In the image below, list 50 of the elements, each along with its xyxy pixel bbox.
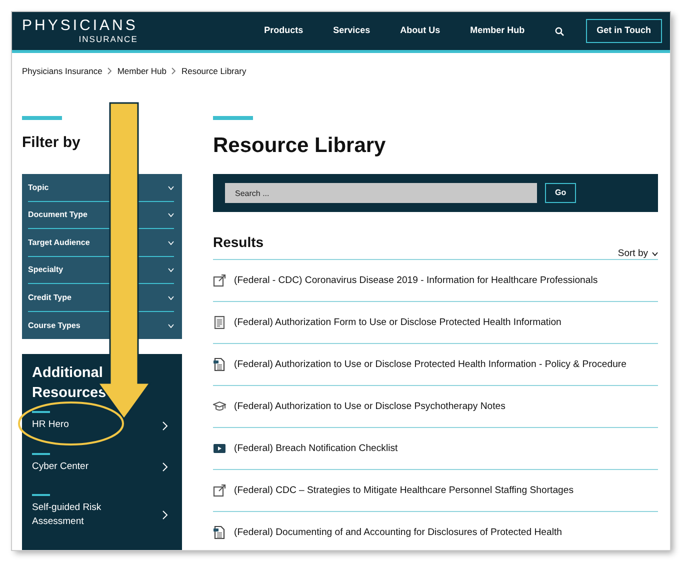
chevron-down-icon (168, 324, 174, 328)
nav-link[interactable]: Products (264, 24, 304, 38)
chevron-right-icon (162, 510, 168, 520)
chevron-down-icon (168, 268, 174, 272)
chevron-right-icon (171, 67, 176, 76)
resource-link[interactable]: Cyber Center (32, 456, 172, 486)
logo-subtitle: INSURANCE (78, 35, 138, 44)
chevron-right-icon (162, 420, 168, 430)
search-field[interactable]: Search ... (225, 183, 537, 204)
breadcrumb-link[interactable]: Physicians Insurance (22, 65, 102, 78)
breadcrumb-link[interactable]: Resource Library (181, 65, 246, 78)
accent-bar (213, 116, 253, 120)
filter-heading: Filter by (22, 132, 82, 153)
result-link[interactable]: (Federal) Documenting of and Accounting for Disclosures of Protected Health (234, 520, 562, 546)
resource-link[interactable]: HR Hero (32, 415, 172, 445)
search-icon[interactable] (554, 26, 564, 36)
play-icon (213, 442, 226, 456)
results-heading: Results (213, 233, 264, 252)
chevron-down-icon (168, 296, 174, 300)
result-link[interactable]: (Federal) Authorization to Use or Disclose Protected Health Information - Policy & Procedure (234, 352, 626, 378)
nav-link[interactable]: Services (333, 24, 370, 38)
result-link[interactable]: (Federal) Authorization to Use or Disclose Psychotherapy Notes (234, 394, 506, 420)
sort-dropdown[interactable]: Sort by (618, 247, 658, 262)
graduation-cap-icon (213, 400, 226, 414)
document-icon (213, 526, 226, 540)
resource-link[interactable]: Self-guided Risk Assessment (32, 498, 172, 542)
chevron-down-icon (168, 240, 174, 244)
chevron-right-icon (162, 462, 168, 472)
chevron-down-icon (652, 252, 658, 256)
result-link[interactable]: (Federal) Authorization Form to Use or Disclose Protected Health Information (234, 310, 562, 336)
breadcrumb-link[interactable]: Member Hub (117, 65, 166, 78)
nav-link[interactable]: Member Hub (470, 24, 525, 38)
nav-link[interactable]: About Us (400, 24, 440, 38)
chevron-down-icon (168, 186, 174, 190)
resources-heading: Additional Resources (32, 364, 108, 403)
document-icon (213, 358, 226, 372)
external-link-icon (213, 274, 226, 288)
result-link[interactable]: (Federal - CDC) Coronavirus Disease 2019 - Information for Healthcare Professionals (234, 268, 598, 294)
chevron-right-icon (107, 67, 112, 76)
logo-wordmark[interactable]: PHYSICIANS (22, 18, 138, 34)
form-icon (213, 316, 226, 330)
chevron-down-icon (168, 213, 174, 217)
page-title: Resource Library (213, 132, 387, 159)
go-button[interactable]: Go (545, 183, 576, 204)
filter-dropdown[interactable]: Course Types (28, 312, 174, 340)
external-link-icon (213, 484, 226, 498)
get-in-touch-button[interactable]: Get in Touch (586, 19, 662, 43)
result-link[interactable]: (Federal) Breach Notification Checklist (234, 436, 398, 462)
accent-bar (22, 116, 62, 120)
result-link[interactable]: (Federal) CDC – Strategies to Mitigate Healthcare Personnel Staffing Shortages (234, 478, 574, 504)
